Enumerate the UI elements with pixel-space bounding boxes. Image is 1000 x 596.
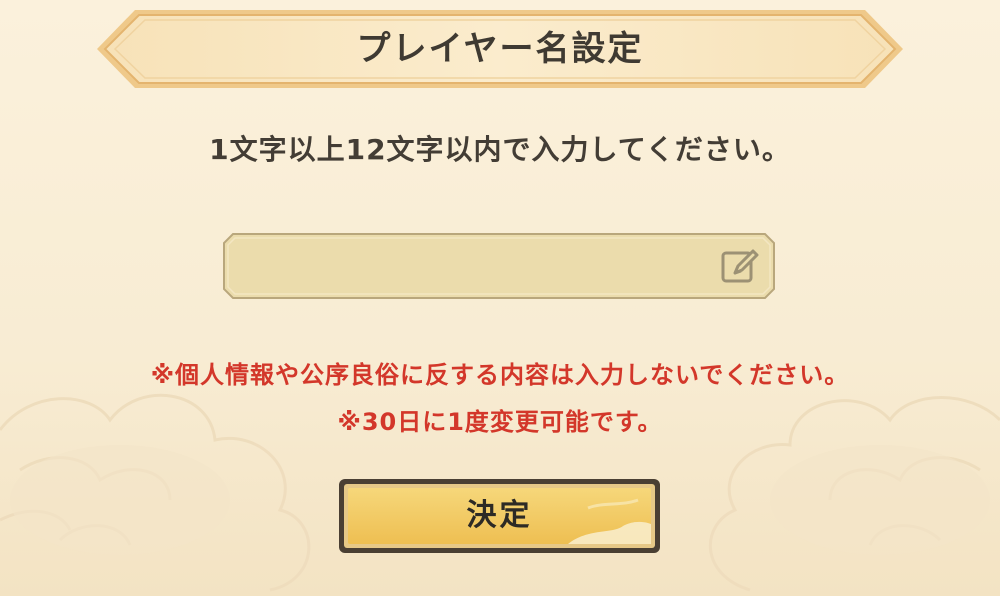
player-name-field[interactable] <box>223 233 775 299</box>
privacy-notice: ※個人情報や公序良俗に反する内容は入力しないでください。 <box>150 361 850 389</box>
confirm-button-label: 決定 <box>466 498 533 533</box>
player-name-input[interactable] <box>241 243 715 291</box>
title-banner: プレイヤー名設定 <box>95 8 905 90</box>
instruction-text: 1文字以上12文字以内で入力してください。 <box>209 133 791 166</box>
confirm-button[interactable]: 決定 <box>338 478 661 554</box>
pencil-edit-icon[interactable] <box>719 246 761 286</box>
change-limit-notice: ※30日に1度変更可能です。 <box>337 408 663 436</box>
page-title: プレイヤー名設定 <box>356 29 644 69</box>
